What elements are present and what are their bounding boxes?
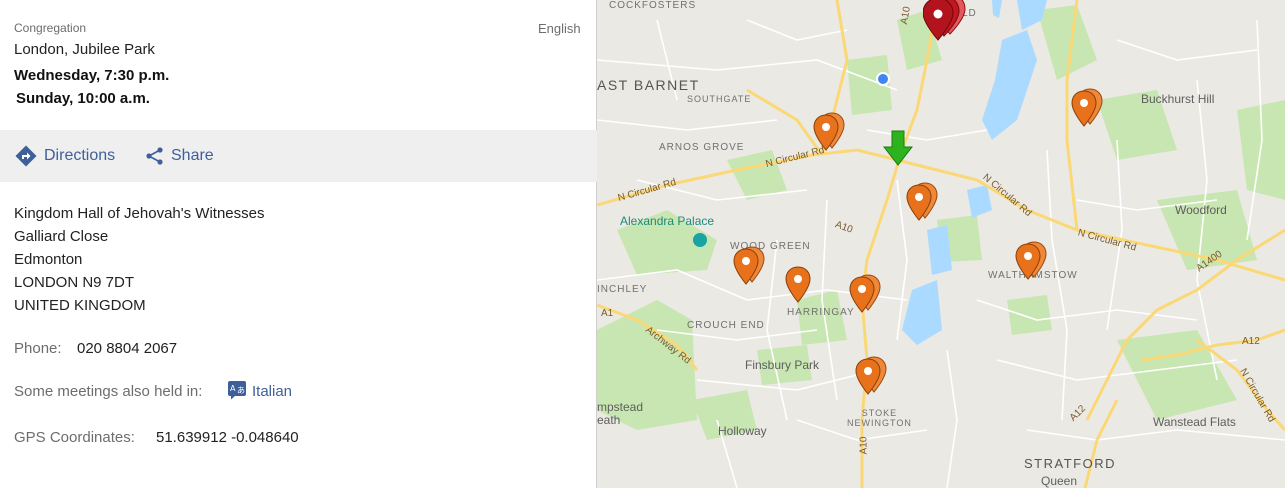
map-label-cockfosters: COCKFOSTERS bbox=[609, 0, 697, 11]
directions-label: Directions bbox=[44, 147, 116, 164]
map-pin-group[interactable] bbox=[733, 246, 767, 286]
map-label-alexandra-palace: Alexandra Palace bbox=[620, 214, 715, 228]
congregation-info-panel: Congregation English London, Jubilee Par… bbox=[0, 0, 597, 488]
share-label: Share bbox=[171, 147, 214, 164]
map-label-arnos-grove: ARNOS GROVE bbox=[659, 142, 745, 153]
map-label-a12-1: A12 bbox=[1242, 336, 1260, 347]
map-label-stratford: STRATFORD bbox=[1024, 456, 1116, 471]
address-line-3: Edmonton bbox=[14, 251, 83, 268]
directions-icon bbox=[15, 145, 37, 167]
translate-icon: A あ bbox=[227, 380, 247, 405]
map-label-southgate: SOUTHGATE bbox=[687, 94, 752, 104]
map-pin[interactable] bbox=[785, 264, 813, 304]
gps-label: GPS Coordinates: bbox=[14, 429, 135, 446]
map-label-a1: A1 bbox=[601, 308, 614, 319]
map-view[interactable]: COCKFOSTERS AST BARNET SOUTHGATE ARNOS G… bbox=[597, 0, 1285, 488]
map-label-holloway: Holloway bbox=[718, 424, 767, 438]
meeting-time-weekend: Sunday, 10:00 a.m. bbox=[16, 90, 150, 107]
svg-text:あ: あ bbox=[237, 386, 245, 395]
map-pin-group[interactable] bbox=[849, 274, 883, 314]
map-label-stoke-newington: STOKE NEWINGTON bbox=[847, 408, 912, 428]
map-label-woodford: Woodford bbox=[1175, 203, 1227, 217]
arrow-down-marker-icon bbox=[883, 130, 913, 166]
address-line-4: LONDON N9 7DT bbox=[14, 274, 135, 291]
map-label-queen: Queen bbox=[1041, 474, 1078, 488]
park-place-icon bbox=[693, 233, 707, 247]
selected-map-pin[interactable] bbox=[923, 0, 969, 42]
meeting-time-midweek: Wednesday, 7:30 p.m. bbox=[14, 67, 170, 84]
phone-number[interactable]: 020 8804 2067 bbox=[77, 340, 177, 357]
map-pin-group[interactable] bbox=[813, 112, 847, 152]
map-label-crouch-end: CROUCH END bbox=[687, 320, 765, 331]
svg-text:A: A bbox=[230, 384, 236, 393]
map-label-buckhurst-hill: Buckhurst Hill bbox=[1141, 92, 1215, 106]
directions-button[interactable]: Directions bbox=[14, 130, 115, 182]
other-language-link[interactable]: Italian bbox=[252, 383, 292, 400]
map-pin-group[interactable] bbox=[1015, 241, 1049, 281]
map-label-east-barnet: AST BARNET bbox=[597, 77, 700, 93]
congregation-language: English bbox=[538, 21, 581, 36]
phone-label: Phone: bbox=[14, 340, 62, 357]
action-bar: Directions Share bbox=[0, 130, 597, 182]
map-label-wanstead-flats: Wanstead Flats bbox=[1153, 415, 1236, 429]
congregation-name: London, Jubilee Park bbox=[14, 41, 155, 58]
share-icon bbox=[146, 147, 163, 165]
other-languages-label: Some meetings also held in: bbox=[14, 383, 203, 400]
map-label-a10-3: A10 bbox=[858, 436, 870, 455]
address-line-5: UNITED KINGDOM bbox=[14, 297, 146, 314]
share-button[interactable]: Share bbox=[145, 130, 214, 182]
congregation-section-label: Congregation bbox=[14, 21, 87, 35]
gps-value: 51.639912 -0.048640 bbox=[156, 429, 299, 446]
map-label-hampstead-heath: mpstead eath bbox=[597, 400, 644, 427]
map-label-finsbury-park: Finsbury Park bbox=[745, 358, 820, 372]
address-line-2: Galliard Close bbox=[14, 228, 109, 245]
current-location-dot bbox=[876, 72, 890, 86]
map-pin-group[interactable] bbox=[855, 356, 889, 396]
map-label-finchley: INCHLEY bbox=[597, 284, 648, 295]
map-pin-group[interactable] bbox=[1071, 88, 1105, 128]
address-line-1: Kingdom Hall of Jehovah's Witnesses bbox=[14, 205, 265, 222]
map-pin-group[interactable] bbox=[906, 182, 940, 222]
map-label-harringay: HARRINGAY bbox=[787, 307, 855, 318]
